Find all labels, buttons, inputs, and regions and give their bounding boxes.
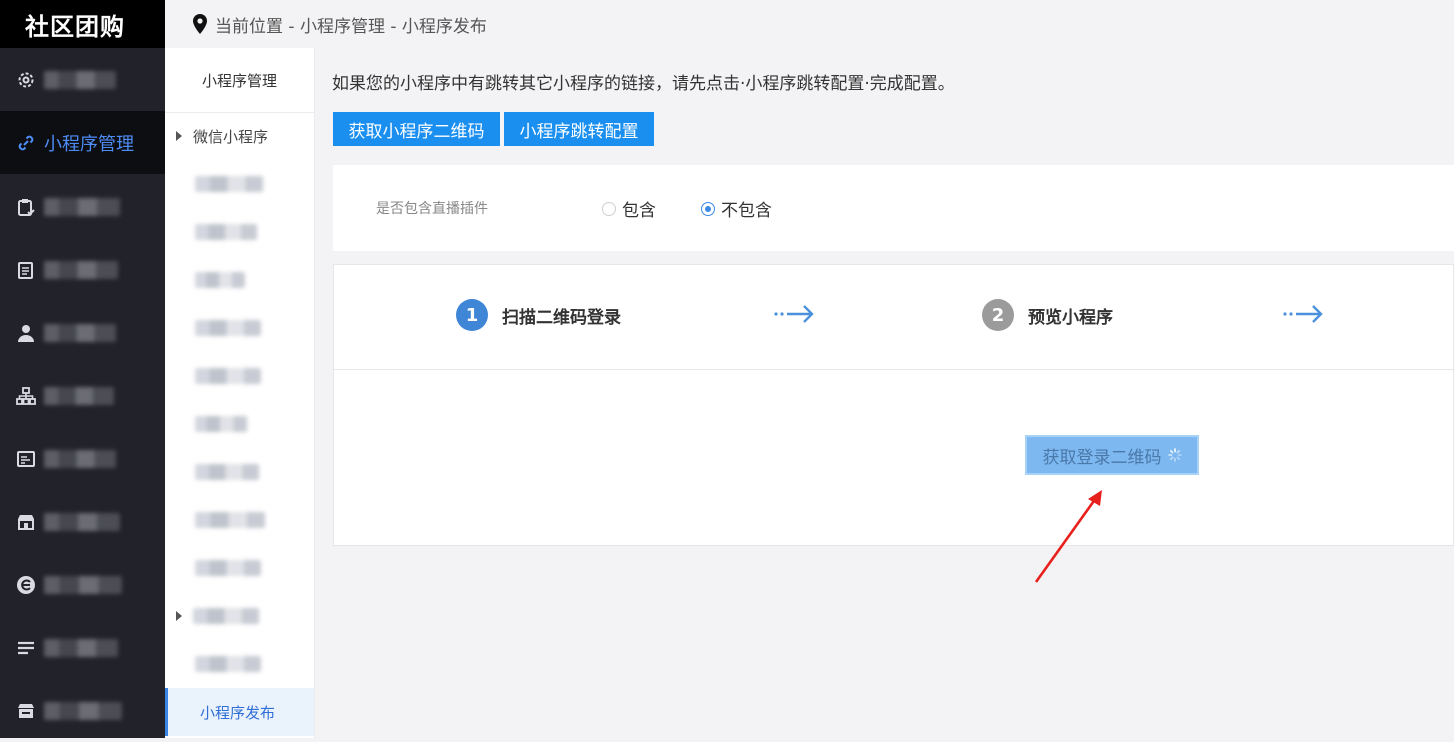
step-1: 1 扫描二维码登录 [456,299,621,331]
get-login-qrcode-button[interactable]: 获取登录二维码 [1025,435,1199,475]
caret-right-icon [176,611,182,621]
submenu-item-obscured [195,416,247,432]
submenu-item[interactable] [165,448,314,496]
sidebar-item-label-obscured [44,197,120,216]
publish-steps-card: 1 扫描二维码登录 2 预览小程序 获取登录二维码 [333,264,1454,546]
submenu-group-obscured [193,608,259,624]
clipboard-icon [16,197,36,217]
sidebar-item-label-obscured [44,323,116,342]
sidebar-item-store[interactable] [0,490,165,553]
get-qrcode-button[interactable]: 获取小程序二维码 [333,112,500,146]
live-plugin-label: 是否包含直播插件 [376,201,488,217]
radio-circle-checked [701,201,715,216]
main-content: 如果您的小程序中有跳转其它小程序的链接，请先点击·小程序跳转配置·完成配置。 获… [314,48,1454,738]
sidebar-item-label: 小程序管理 [44,133,134,155]
sidebar-item-users[interactable] [0,301,165,364]
sidebar-item-orders[interactable] [0,175,165,238]
submenu-item[interactable] [165,544,314,592]
sidebar-item-shop[interactable] [0,679,165,742]
login-button-label: 获取登录二维码 [1042,447,1162,468]
e-logo-icon [16,575,36,595]
submenu-item-obscured [195,320,261,336]
hierarchy-icon [16,386,36,406]
radio-circle [602,201,616,216]
gear-icon [16,70,36,90]
submenu-item-label: 小程序发布 [200,703,276,722]
sidebar-item-ecommerce[interactable] [0,553,165,616]
sidebar-item-settings[interactable] [0,616,165,679]
sidebar-item-system[interactable] [0,48,165,111]
submenu-group-wechat[interactable]: 微信小程序 [165,112,314,160]
submenu-item-obscured [195,560,261,576]
submenu-item-obscured [195,272,245,288]
live-plugin-card: 是否包含直播插件 包含 不包含 [333,165,1454,251]
sidebar-item-distribution[interactable] [0,364,165,427]
sidebar-item-miniprogram[interactable]: 小程序管理 [0,111,165,174]
store-icon [16,512,36,532]
steps-header: 1 扫描二维码登录 2 预览小程序 [334,265,1453,370]
step-1-number: 1 [456,299,488,331]
document-icon [16,260,36,280]
submenu-item[interactable] [165,160,314,208]
submenu-group-collapsed[interactable] [165,592,314,640]
sidebar-item-label-obscured [44,70,116,89]
content-icon [16,449,36,469]
jump-config-hint: 如果您的小程序中有跳转其它小程序的链接，请先点击·小程序跳转配置·完成配置。 [332,74,955,94]
radio-include[interactable]: 包含 [602,196,656,221]
breadcrumb: 当前位置 - 小程序管理 - 小程序发布 [215,16,487,37]
sidebar-item-label-obscured [44,260,118,279]
submenu-item[interactable] [165,400,314,448]
radio-exclude[interactable]: 不包含 [701,196,772,221]
link-icon [16,133,36,153]
radio-exclude-label: 不包含 [721,201,772,221]
submenu-item[interactable] [165,208,314,256]
location-pin-icon [193,14,207,34]
submenu-item[interactable] [165,304,314,352]
sidebar: 社区团购 小程序管理 [0,0,165,738]
sidebar-item-content[interactable] [0,427,165,490]
step-2-number: 2 [982,299,1014,331]
submenu-item-obscured [195,224,257,240]
sidebar-item-label-obscured [44,512,120,531]
brand-logo: 社区团购 [0,0,165,48]
arrow-right-icon [774,305,814,323]
radio-include-label: 包含 [622,201,656,221]
submenu-item-publish[interactable]: 小程序发布 [165,688,314,736]
sidebar-item-label-obscured [44,575,122,594]
sidebar-item-label-obscured [44,449,116,468]
submenu-item[interactable] [165,256,314,304]
loading-spinner-icon [1167,448,1182,462]
list-icon [16,638,36,658]
user-icon [16,323,36,343]
step-2-label: 预览小程序 [1028,307,1113,328]
sidebar-item-label-obscured [44,386,114,405]
sidebar-item-goods[interactable] [0,238,165,301]
submenu: 小程序管理 微信小程序 小程序发布 [165,48,315,738]
sidebar-item-label-obscured [44,701,122,720]
submenu-item-obscured [195,176,263,192]
submenu-group-label: 微信小程序 [193,127,269,146]
step-2: 2 预览小程序 [982,299,1113,331]
submenu-title: 小程序管理 [165,48,314,113]
breadcrumb-bar: 当前位置 - 小程序管理 - 小程序发布 [165,0,1454,48]
arrow-right-icon [1283,305,1323,323]
submenu-item-obscured [195,656,261,672]
submenu-item[interactable] [165,496,314,544]
submenu-item-obscured [195,368,261,384]
submenu-item[interactable] [165,352,314,400]
jump-config-button[interactable]: 小程序跳转配置 [504,112,654,146]
sidebar-item-label-obscured [44,638,118,657]
shop-icon [16,701,36,721]
submenu-item-obscured [195,464,259,480]
submenu-item[interactable] [165,640,314,688]
step-1-label: 扫描二维码登录 [502,307,621,328]
submenu-item-obscured [195,512,265,528]
caret-right-icon [176,131,182,141]
